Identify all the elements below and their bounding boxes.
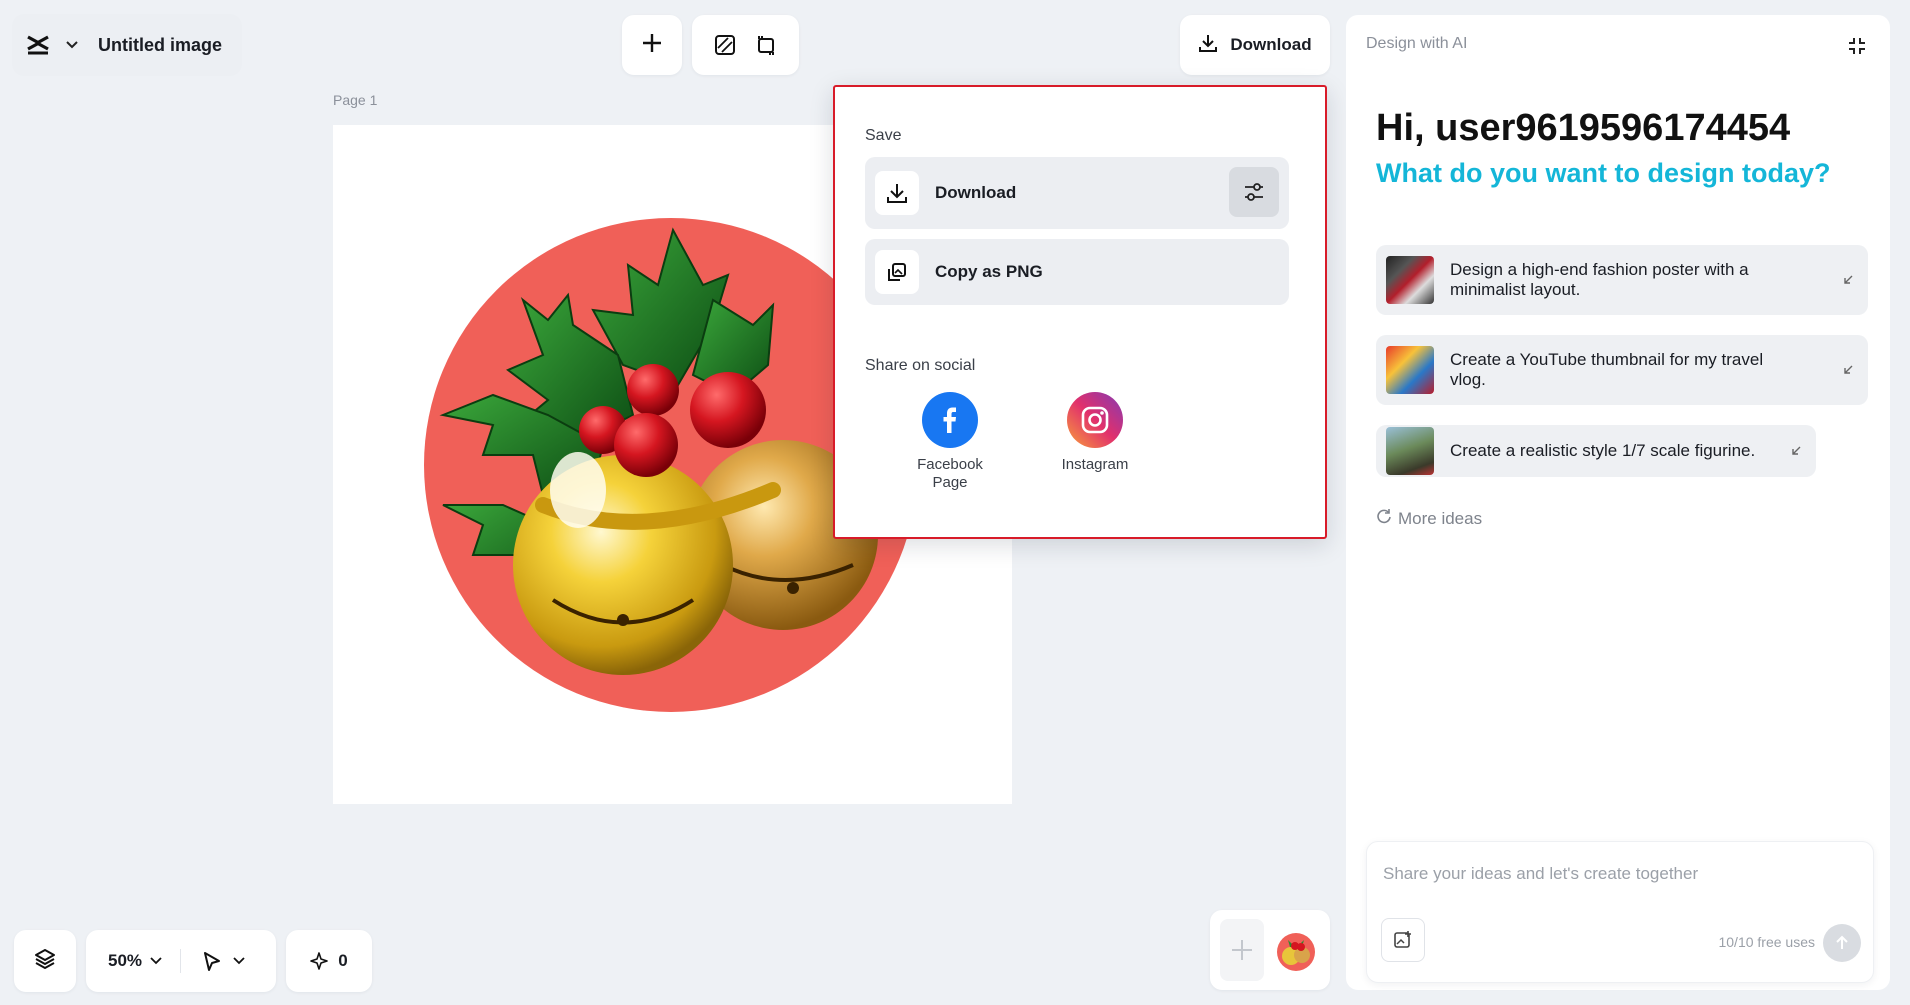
plus-icon <box>1232 940 1252 960</box>
sliders-icon <box>1245 183 1263 201</box>
free-uses-count: 10/10 free uses <box>1718 934 1815 950</box>
add-page-button[interactable] <box>1220 919 1264 981</box>
zoom-controls: 50% <box>86 930 276 992</box>
resize-icon[interactable] <box>710 30 740 60</box>
crop-icon[interactable] <box>751 30 781 60</box>
arrow-up-icon <box>1836 935 1848 949</box>
share-facebook-button[interactable]: Facebook Page <box>900 392 1000 492</box>
prompt-input[interactable]: Share your ideas and let's create togeth… <box>1383 864 1698 884</box>
ai-credit-count: 0 <box>338 951 348 970</box>
download-label: Download <box>1230 35 1312 54</box>
page-thumbnail[interactable] <box>1274 928 1318 972</box>
sparkle-icon <box>310 952 329 970</box>
arrow-down-left-icon <box>1840 272 1856 288</box>
chevron-down-icon[interactable] <box>150 957 162 965</box>
copy-png-label: Copy as PNG <box>935 262 1043 281</box>
download-settings-button[interactable] <box>1229 167 1279 217</box>
canvas-tools <box>692 15 799 75</box>
facebook-label-line2: Page <box>932 474 968 491</box>
page-label: Page 1 <box>333 92 378 108</box>
idea-card[interactable]: Design a high-end fashion poster with a … <box>1376 245 1868 315</box>
idea-thumbnail <box>1386 427 1434 475</box>
idea-card[interactable]: Create a realistic style 1/7 scale figur… <box>1376 425 1816 477</box>
prompt-composer: Share your ideas and let's create togeth… <box>1366 841 1874 983</box>
download-menu: Save Download Copy as PNG Share on socia… <box>833 85 1327 539</box>
ai-design-panel: Design with AI Hi, user9619596174454 Wha… <box>1346 15 1890 990</box>
download-icon <box>1198 33 1218 58</box>
send-button[interactable] <box>1823 924 1861 962</box>
share-section-label: Share on social <box>865 357 976 374</box>
idea-text-line1: Design a high-end fashion poster with a <box>1450 260 1749 279</box>
facebook-icon <box>922 392 978 448</box>
idea-card[interactable]: Create a YouTube thumbnail for my travel… <box>1376 335 1868 405</box>
collapse-icon[interactable] <box>1842 31 1872 61</box>
instagram-icon <box>1067 392 1123 448</box>
divider <box>180 949 182 973</box>
instagram-label: Instagram <box>1061 456 1129 473</box>
layers-icon <box>34 948 56 975</box>
ai-credits-button[interactable]: 0 <box>286 930 372 992</box>
zoom-level[interactable]: 50% <box>108 951 142 971</box>
more-ideas-button[interactable]: More ideas <box>1376 508 1482 529</box>
download-option-label: Download <box>935 183 1017 202</box>
capcut-logo-icon <box>24 31 52 59</box>
panel-title: Design with AI <box>1366 35 1468 52</box>
copy-image-icon <box>875 250 919 294</box>
add-button[interactable] <box>622 15 682 75</box>
layers-button[interactable] <box>14 930 76 992</box>
greeting: Hi, user9619596174454 <box>1376 107 1791 149</box>
facebook-label-line1: Facebook <box>917 456 983 473</box>
idea-thumbnail <box>1386 256 1434 304</box>
page-strip <box>1210 910 1330 990</box>
download-icon <box>875 171 919 215</box>
idea-text-line2: vlog. <box>1450 370 1486 389</box>
share-instagram-button[interactable]: Instagram <box>1045 392 1145 474</box>
download-option[interactable]: Download <box>865 157 1289 229</box>
save-section-label: Save <box>865 127 902 144</box>
chevron-down-icon[interactable] <box>64 37 80 53</box>
document-title[interactable]: Untitled image <box>98 35 222 56</box>
copy-png-option[interactable]: Copy as PNG <box>865 239 1289 305</box>
more-ideas-label: More ideas <box>1398 508 1483 528</box>
image-add-icon <box>1394 931 1411 948</box>
refresh-icon <box>1376 508 1392 529</box>
download-button[interactable]: Download <box>1180 15 1330 75</box>
subtitle: What do you want to design today? <box>1376 158 1831 188</box>
arrow-down-left-icon <box>1788 443 1804 459</box>
idea-thumbnail <box>1386 346 1434 394</box>
idea-text-line2: minimalist layout. <box>1450 280 1581 299</box>
chevron-down-icon[interactable] <box>233 957 245 965</box>
add-image-button[interactable] <box>1381 918 1425 962</box>
document-menu[interactable]: Untitled image <box>12 14 242 76</box>
idea-text-line1: Create a YouTube thumbnail for my travel <box>1450 350 1764 369</box>
idea-text-line1: Create a realistic style 1/7 scale figur… <box>1450 441 1756 460</box>
plus-icon <box>641 32 663 59</box>
pointer-icon[interactable] <box>201 950 223 972</box>
arrow-down-left-icon <box>1840 362 1856 378</box>
